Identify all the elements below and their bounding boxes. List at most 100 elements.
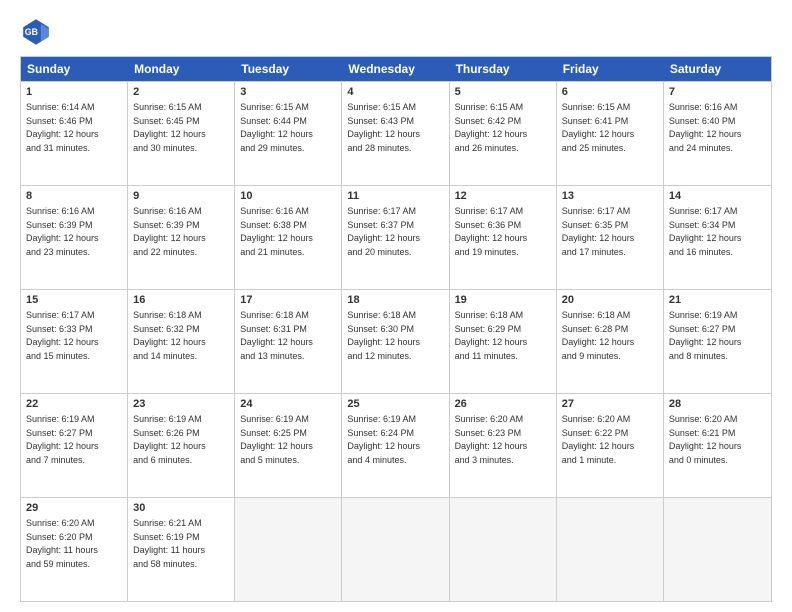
day-number: 7	[669, 85, 766, 100]
day-info: Sunrise: 6:17 AMSunset: 6:34 PMDaylight:…	[669, 206, 742, 257]
day-number: 27	[562, 397, 658, 412]
cal-cell-day-20: 20 Sunrise: 6:18 AMSunset: 6:28 PMDaylig…	[557, 290, 664, 393]
day-info: Sunrise: 6:17 AMSunset: 6:35 PMDaylight:…	[562, 206, 635, 257]
day-info: Sunrise: 6:20 AMSunset: 6:20 PMDaylight:…	[26, 518, 98, 569]
col-header-sunday: Sunday	[21, 57, 128, 81]
day-number: 8	[26, 189, 122, 204]
col-header-monday: Monday	[128, 57, 235, 81]
cal-cell-empty	[450, 498, 557, 601]
cal-cell-day-18: 18 Sunrise: 6:18 AMSunset: 6:30 PMDaylig…	[342, 290, 449, 393]
cal-cell-day-15: 15 Sunrise: 6:17 AMSunset: 6:33 PMDaylig…	[21, 290, 128, 393]
day-info: Sunrise: 6:20 AMSunset: 6:23 PMDaylight:…	[455, 414, 528, 465]
day-number: 9	[133, 189, 229, 204]
day-info: Sunrise: 6:20 AMSunset: 6:22 PMDaylight:…	[562, 414, 635, 465]
day-info: Sunrise: 6:14 AMSunset: 6:46 PMDaylight:…	[26, 102, 99, 153]
day-number: 4	[347, 85, 443, 100]
day-info: Sunrise: 6:19 AMSunset: 6:27 PMDaylight:…	[26, 414, 99, 465]
day-number: 20	[562, 293, 658, 308]
day-number: 6	[562, 85, 658, 100]
calendar-body: 1 Sunrise: 6:14 AMSunset: 6:46 PMDayligh…	[21, 81, 771, 601]
day-number: 19	[455, 293, 551, 308]
day-number: 26	[455, 397, 551, 412]
day-number: 11	[347, 189, 443, 204]
day-info: Sunrise: 6:17 AMSunset: 6:36 PMDaylight:…	[455, 206, 528, 257]
cal-cell-day-2: 2 Sunrise: 6:15 AMSunset: 6:45 PMDayligh…	[128, 82, 235, 185]
cal-cell-day-21: 21 Sunrise: 6:19 AMSunset: 6:27 PMDaylig…	[664, 290, 771, 393]
cal-cell-day-24: 24 Sunrise: 6:19 AMSunset: 6:25 PMDaylig…	[235, 394, 342, 497]
day-number: 24	[240, 397, 336, 412]
day-number: 25	[347, 397, 443, 412]
cal-cell-day-26: 26 Sunrise: 6:20 AMSunset: 6:23 PMDaylig…	[450, 394, 557, 497]
day-info: Sunrise: 6:18 AMSunset: 6:28 PMDaylight:…	[562, 310, 635, 361]
day-info: Sunrise: 6:15 AMSunset: 6:44 PMDaylight:…	[240, 102, 313, 153]
day-info: Sunrise: 6:19 AMSunset: 6:26 PMDaylight:…	[133, 414, 206, 465]
cal-cell-day-9: 9 Sunrise: 6:16 AMSunset: 6:39 PMDayligh…	[128, 186, 235, 289]
day-number: 21	[669, 293, 766, 308]
cal-cell-day-16: 16 Sunrise: 6:18 AMSunset: 6:32 PMDaylig…	[128, 290, 235, 393]
day-info: Sunrise: 6:15 AMSunset: 6:43 PMDaylight:…	[347, 102, 420, 153]
cal-cell-day-4: 4 Sunrise: 6:15 AMSunset: 6:43 PMDayligh…	[342, 82, 449, 185]
day-info: Sunrise: 6:18 AMSunset: 6:29 PMDaylight:…	[455, 310, 528, 361]
cal-cell-empty	[235, 498, 342, 601]
day-info: Sunrise: 6:16 AMSunset: 6:39 PMDaylight:…	[133, 206, 206, 257]
col-header-tuesday: Tuesday	[235, 57, 342, 81]
week-row-3: 15 Sunrise: 6:17 AMSunset: 6:33 PMDaylig…	[21, 289, 771, 393]
cal-cell-day-8: 8 Sunrise: 6:16 AMSunset: 6:39 PMDayligh…	[21, 186, 128, 289]
day-info: Sunrise: 6:20 AMSunset: 6:21 PMDaylight:…	[669, 414, 742, 465]
day-info: Sunrise: 6:15 AMSunset: 6:41 PMDaylight:…	[562, 102, 635, 153]
cal-cell-empty	[557, 498, 664, 601]
day-info: Sunrise: 6:18 AMSunset: 6:31 PMDaylight:…	[240, 310, 313, 361]
col-header-wednesday: Wednesday	[342, 57, 449, 81]
cal-cell-day-13: 13 Sunrise: 6:17 AMSunset: 6:35 PMDaylig…	[557, 186, 664, 289]
day-info: Sunrise: 6:17 AMSunset: 6:37 PMDaylight:…	[347, 206, 420, 257]
day-number: 17	[240, 293, 336, 308]
cal-cell-day-23: 23 Sunrise: 6:19 AMSunset: 6:26 PMDaylig…	[128, 394, 235, 497]
week-row-5: 29 Sunrise: 6:20 AMSunset: 6:20 PMDaylig…	[21, 497, 771, 601]
cal-cell-day-1: 1 Sunrise: 6:14 AMSunset: 6:46 PMDayligh…	[21, 82, 128, 185]
header: GB	[20, 16, 772, 48]
cal-cell-day-27: 27 Sunrise: 6:20 AMSunset: 6:22 PMDaylig…	[557, 394, 664, 497]
col-header-thursday: Thursday	[450, 57, 557, 81]
cal-cell-day-3: 3 Sunrise: 6:15 AMSunset: 6:44 PMDayligh…	[235, 82, 342, 185]
day-number: 10	[240, 189, 336, 204]
logo-icon: GB	[20, 16, 52, 48]
cal-cell-day-12: 12 Sunrise: 6:17 AMSunset: 6:36 PMDaylig…	[450, 186, 557, 289]
week-row-1: 1 Sunrise: 6:14 AMSunset: 6:46 PMDayligh…	[21, 81, 771, 185]
cal-cell-day-5: 5 Sunrise: 6:15 AMSunset: 6:42 PMDayligh…	[450, 82, 557, 185]
day-number: 5	[455, 85, 551, 100]
day-number: 30	[133, 501, 229, 516]
calendar-header: SundayMondayTuesdayWednesdayThursdayFrid…	[21, 57, 771, 81]
col-header-saturday: Saturday	[664, 57, 771, 81]
calendar: SundayMondayTuesdayWednesdayThursdayFrid…	[20, 56, 772, 602]
week-row-4: 22 Sunrise: 6:19 AMSunset: 6:27 PMDaylig…	[21, 393, 771, 497]
cal-cell-day-29: 29 Sunrise: 6:20 AMSunset: 6:20 PMDaylig…	[21, 498, 128, 601]
cal-cell-empty	[342, 498, 449, 601]
day-number: 16	[133, 293, 229, 308]
svg-text:GB: GB	[25, 27, 38, 37]
day-number: 14	[669, 189, 766, 204]
day-number: 3	[240, 85, 336, 100]
day-number: 1	[26, 85, 122, 100]
day-number: 28	[669, 397, 766, 412]
day-number: 2	[133, 85, 229, 100]
day-info: Sunrise: 6:15 AMSunset: 6:42 PMDaylight:…	[455, 102, 528, 153]
day-number: 13	[562, 189, 658, 204]
day-info: Sunrise: 6:18 AMSunset: 6:32 PMDaylight:…	[133, 310, 206, 361]
day-info: Sunrise: 6:16 AMSunset: 6:40 PMDaylight:…	[669, 102, 742, 153]
day-info: Sunrise: 6:16 AMSunset: 6:39 PMDaylight:…	[26, 206, 99, 257]
day-number: 23	[133, 397, 229, 412]
day-number: 18	[347, 293, 443, 308]
cal-cell-day-7: 7 Sunrise: 6:16 AMSunset: 6:40 PMDayligh…	[664, 82, 771, 185]
day-number: 29	[26, 501, 122, 516]
day-info: Sunrise: 6:19 AMSunset: 6:24 PMDaylight:…	[347, 414, 420, 465]
day-info: Sunrise: 6:19 AMSunset: 6:27 PMDaylight:…	[669, 310, 742, 361]
day-info: Sunrise: 6:16 AMSunset: 6:38 PMDaylight:…	[240, 206, 313, 257]
cal-cell-day-25: 25 Sunrise: 6:19 AMSunset: 6:24 PMDaylig…	[342, 394, 449, 497]
cal-cell-day-17: 17 Sunrise: 6:18 AMSunset: 6:31 PMDaylig…	[235, 290, 342, 393]
cal-cell-day-14: 14 Sunrise: 6:17 AMSunset: 6:34 PMDaylig…	[664, 186, 771, 289]
col-header-friday: Friday	[557, 57, 664, 81]
cal-cell-day-11: 11 Sunrise: 6:17 AMSunset: 6:37 PMDaylig…	[342, 186, 449, 289]
day-number: 12	[455, 189, 551, 204]
week-row-2: 8 Sunrise: 6:16 AMSunset: 6:39 PMDayligh…	[21, 185, 771, 289]
cal-cell-day-19: 19 Sunrise: 6:18 AMSunset: 6:29 PMDaylig…	[450, 290, 557, 393]
